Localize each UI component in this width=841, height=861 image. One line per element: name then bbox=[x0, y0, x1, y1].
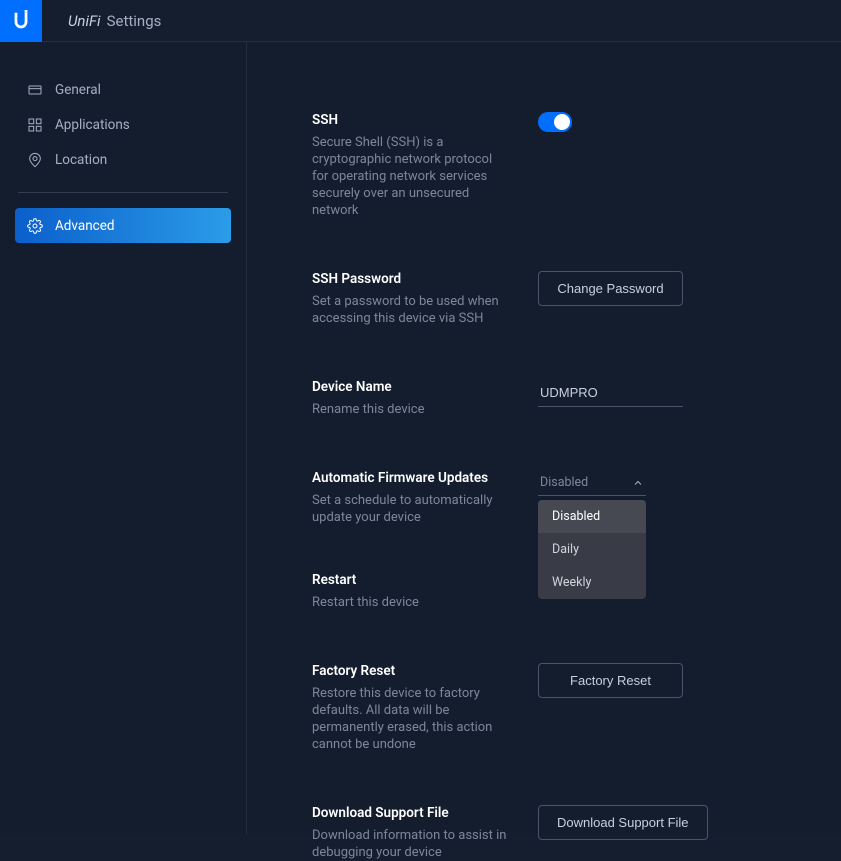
brand-text: UniFi bbox=[68, 12, 101, 30]
main: General Applications Location bbox=[0, 42, 841, 834]
sidebar-item-label: Location bbox=[55, 152, 107, 168]
dropdown-option-daily[interactable]: Daily bbox=[538, 533, 646, 566]
dropdown-option-disabled[interactable]: Disabled bbox=[538, 500, 646, 533]
setting-device-name: Device Name Rename this device bbox=[312, 379, 841, 418]
setting-text: SSH Secure Shell (SSH) is a cryptographi… bbox=[312, 112, 538, 219]
page-title: UniFi Settings bbox=[68, 12, 161, 30]
factory-reset-button[interactable]: Factory Reset bbox=[538, 663, 683, 698]
sidebar-item-label: Advanced bbox=[55, 218, 115, 234]
page-name: Settings bbox=[107, 12, 162, 30]
setting-desc: Secure Shell (SSH) is a cryptographic ne… bbox=[312, 134, 507, 219]
setting-title: Factory Reset bbox=[312, 663, 538, 679]
sidebar-item-applications[interactable]: Applications bbox=[15, 107, 231, 142]
header: UniFi Settings bbox=[0, 0, 841, 42]
setting-control bbox=[538, 379, 683, 407]
toggle-knob bbox=[554, 114, 570, 130]
setting-text: Automatic Firmware Updates Set a schedul… bbox=[312, 470, 538, 526]
chevron-up-icon bbox=[632, 477, 644, 489]
sidebar-divider bbox=[18, 192, 228, 193]
select-value: Disabled bbox=[540, 475, 588, 490]
sidebar-item-advanced[interactable]: Advanced bbox=[15, 208, 231, 243]
setting-desc: Download information to assist in debugg… bbox=[312, 827, 507, 861]
setting-factory-reset: Factory Reset Restore this device to fac… bbox=[312, 663, 841, 753]
sidebar-item-label: General bbox=[55, 82, 101, 98]
setting-text: Factory Reset Restore this device to fac… bbox=[312, 663, 538, 753]
device-name-input[interactable] bbox=[538, 379, 683, 407]
setting-title: Download Support File bbox=[312, 805, 538, 821]
firmware-select[interactable]: Disabled bbox=[538, 470, 646, 496]
setting-control: Disabled Disabled Daily Weekly bbox=[538, 470, 646, 496]
general-icon bbox=[27, 82, 43, 98]
setting-title: SSH Password bbox=[312, 271, 538, 287]
setting-firmware-updates: Automatic Firmware Updates Set a schedul… bbox=[312, 470, 841, 526]
content: SSH Secure Shell (SSH) is a cryptographi… bbox=[247, 42, 841, 834]
firmware-dropdown: Disabled Daily Weekly bbox=[538, 500, 646, 599]
dropdown-option-weekly[interactable]: Weekly bbox=[538, 566, 646, 599]
setting-title: Restart bbox=[312, 572, 538, 588]
setting-title: Automatic Firmware Updates bbox=[312, 470, 538, 486]
setting-control: Change Password bbox=[538, 271, 683, 306]
setting-control: Factory Reset bbox=[538, 663, 683, 698]
sidebar: General Applications Location bbox=[0, 42, 247, 834]
setting-desc: Rename this device bbox=[312, 401, 507, 418]
setting-ssh-password: SSH Password Set a password to be used w… bbox=[312, 271, 841, 327]
setting-desc: Set a password to be used when accessing… bbox=[312, 293, 507, 327]
download-support-button[interactable]: Download Support File bbox=[538, 805, 708, 840]
setting-desc: Restart this device bbox=[312, 594, 507, 611]
ssh-toggle[interactable] bbox=[538, 112, 572, 132]
change-password-button[interactable]: Change Password bbox=[538, 271, 683, 306]
setting-text: Device Name Rename this device bbox=[312, 379, 538, 418]
location-icon bbox=[27, 152, 43, 168]
setting-ssh: SSH Secure Shell (SSH) is a cryptographi… bbox=[312, 112, 841, 219]
setting-text: Download Support File Download informati… bbox=[312, 805, 538, 861]
setting-text: SSH Password Set a password to be used w… bbox=[312, 271, 538, 327]
setting-download-support: Download Support File Download informati… bbox=[312, 805, 841, 861]
app-logo[interactable] bbox=[0, 0, 42, 42]
setting-desc: Set a schedule to automatically update y… bbox=[312, 492, 507, 526]
setting-title: Device Name bbox=[312, 379, 538, 395]
apps-icon bbox=[27, 117, 43, 133]
setting-desc: Restore this device to factory defaults.… bbox=[312, 685, 507, 753]
gear-icon bbox=[27, 218, 43, 234]
sidebar-item-general[interactable]: General bbox=[15, 72, 231, 107]
sidebar-item-label: Applications bbox=[55, 117, 130, 133]
setting-control bbox=[538, 112, 572, 136]
setting-control: Download Support File bbox=[538, 805, 708, 840]
sidebar-item-location[interactable]: Location bbox=[15, 142, 231, 177]
setting-text: Restart Restart this device bbox=[312, 572, 538, 611]
setting-title: SSH bbox=[312, 112, 538, 128]
